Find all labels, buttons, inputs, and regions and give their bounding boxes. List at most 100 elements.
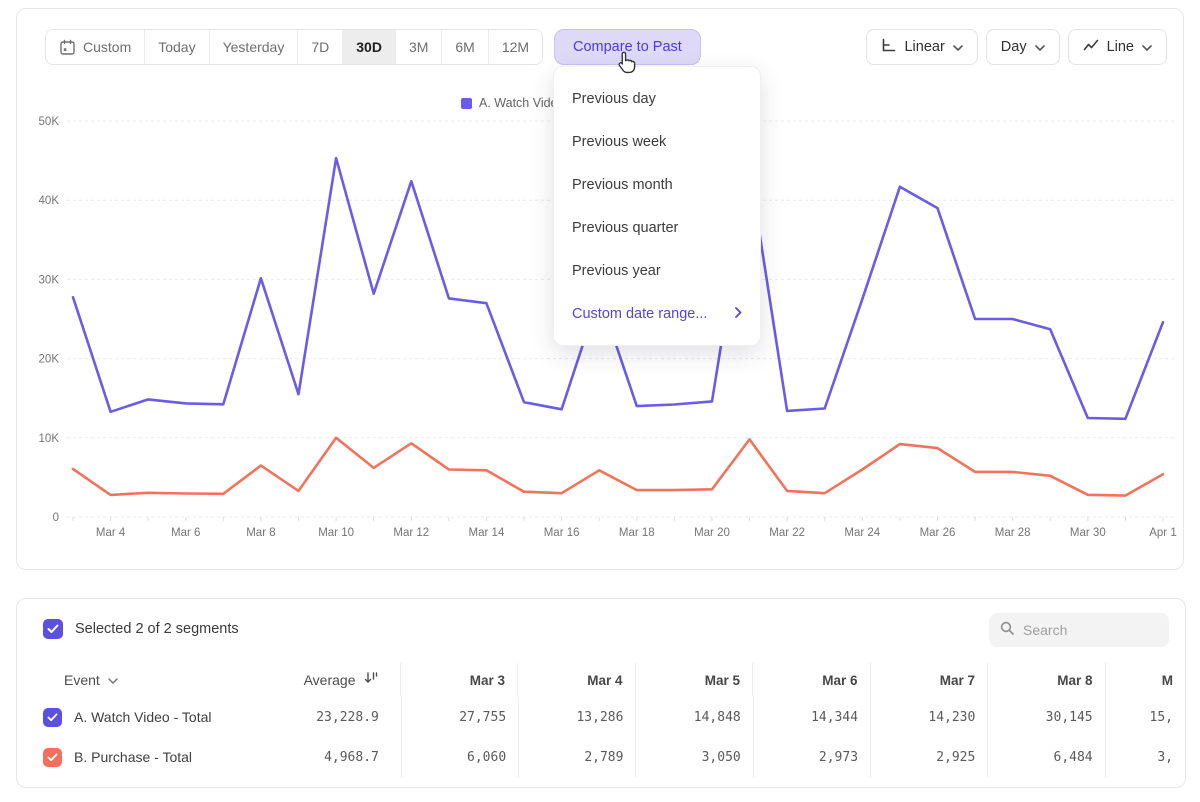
column-header-mar-5[interactable]: Mar 5 [635,663,753,697]
svg-text:Mar 4: Mar 4 [96,527,126,539]
svg-text:Mar 20: Mar 20 [694,527,730,539]
range-12m[interactable]: 12M [489,30,542,64]
segment-label: B. Purchase - Total [74,749,192,765]
svg-text:Mar 8: Mar 8 [246,527,275,539]
chart-type-dropdown-button[interactable]: Line [1068,29,1167,65]
range-label: Yesterday [223,39,285,55]
chevron-down-icon [1035,39,1045,55]
svg-text:Mar 26: Mar 26 [920,527,956,539]
line-chart-icon [1083,38,1099,56]
menu-item-previous-day[interactable]: Previous day [554,77,760,120]
table-row-a-watch-video-total: A. Watch Video - Total 23,228.927,75513,2… [17,697,1185,737]
average-value: 4,968.7 [271,737,401,777]
cell-value: 30,145 [987,697,1104,737]
chevron-down-icon [108,671,118,689]
search-box [989,613,1169,647]
chart-type-label: Line [1107,39,1134,55]
range-today[interactable]: Today [145,30,209,64]
svg-text:Mar 28: Mar 28 [995,527,1031,539]
svg-text:Mar 14: Mar 14 [469,527,505,539]
svg-text:Mar 24: Mar 24 [844,527,880,539]
menu-item-previous-month[interactable]: Previous month [554,163,760,206]
chart-controls: Linear Day Line [866,29,1167,65]
scale-dropdown-button[interactable]: Linear [866,29,977,65]
checkmark-icon [47,713,58,722]
average-value: 23,228.9 [271,697,401,737]
column-header-label: Mar 3 [470,673,505,688]
range-7d[interactable]: 7D [298,30,343,64]
date-range-group: CustomToday Yesterday 7D 30D 3M 6M 12M [45,29,543,65]
toolbar: CustomToday Yesterday 7D 30D 3M 6M 12M Compare… [45,29,1167,65]
range-3m[interactable]: 3M [396,30,442,64]
range-6m[interactable]: 6M [442,30,488,64]
range-label: 30D [356,39,382,55]
cell-value: 6,060 [401,737,518,777]
cell-value: 2,925 [870,737,987,777]
menu-item-previous-week[interactable]: Previous week [554,120,760,163]
segments-card: Selected 2 of 2 segments Event Average [16,598,1186,788]
cell-value: 6,484 [987,737,1104,777]
menu-item-previous-year[interactable]: Previous year [554,249,760,292]
custom-date-range-label: Custom date range... [572,306,707,322]
search-icon [999,620,1015,641]
svg-text:Mar 30: Mar 30 [1070,527,1106,539]
cell-value: 14,344 [753,697,870,737]
cell-value: 2,789 [518,737,635,777]
average-column-header[interactable]: Average [304,672,356,688]
column-header-label: Mar 5 [705,673,740,688]
column-header-mar-4[interactable]: Mar 4 [517,663,635,697]
range-custom[interactable]: Custom [46,30,145,64]
event-column-header[interactable]: Event [64,672,100,688]
svg-text:Apr 1: Apr 1 [1149,527,1177,539]
sort-descending-icon[interactable] [364,671,378,690]
linear-axis-icon [881,38,896,57]
calendar-icon [59,39,76,56]
cell-value: 13,286 [518,697,635,737]
compare-to-past-menu: Previous dayPrevious weekPrevious monthP… [553,66,761,346]
segment-label: A. Watch Video - Total [74,709,211,725]
svg-text:40K: 40K [39,195,60,207]
menu-item-previous-quarter[interactable]: Previous quarter [554,206,760,249]
segment-checkbox[interactable] [43,748,62,767]
range-30d[interactable]: 30D [343,30,396,64]
svg-text:0: 0 [53,512,59,524]
column-header-mar-8[interactable]: Mar 8 [987,663,1105,697]
column-header-mar-3[interactable]: Mar 3 [400,663,518,697]
column-header-label: Mar 4 [587,673,622,688]
cell-value: 3,050 [635,737,752,777]
range-yesterday[interactable]: Yesterday [210,30,299,64]
cell-value: 2,973 [753,737,870,777]
chevron-down-icon [953,39,963,55]
range-label: 12M [502,39,529,55]
svg-text:Mar 16: Mar 16 [544,527,580,539]
cell-value: 15, [1105,697,1185,737]
cell-value: 27,755 [401,697,518,737]
checkmark-icon [47,624,59,634]
menu-item-custom-date-range[interactable]: Custom date range... [554,292,760,335]
column-header-mar-7[interactable]: Mar 7 [870,663,988,697]
svg-text:50K: 50K [39,116,60,128]
svg-text:20K: 20K [39,354,60,366]
selected-segments-text: Selected 2 of 2 segments [75,621,239,637]
svg-text:Mar 12: Mar 12 [393,527,429,539]
select-all-checkbox[interactable] [43,619,63,639]
interval-dropdown-button[interactable]: Day [986,29,1060,65]
svg-text:Mar 10: Mar 10 [318,527,354,539]
column-header-m[interactable]: M [1105,663,1186,697]
interval-label: Day [1001,39,1027,55]
scale-label: Linear [904,39,944,55]
chevron-down-icon [1142,39,1152,55]
chevron-right-icon [735,306,742,322]
range-label: 3M [409,39,428,55]
column-header-mar-6[interactable]: Mar 6 [752,663,870,697]
column-header-label: Mar 6 [822,673,857,688]
table-row-b-purchase-total: B. Purchase - Total 4,968.76,0602,7893,05… [17,737,1185,777]
search-input[interactable] [1023,622,1159,638]
segment-checkbox[interactable] [43,708,62,727]
cell-value: 14,230 [870,697,987,737]
column-header-label: Mar 7 [940,673,975,688]
compare-to-past-button[interactable]: Compare to Past [554,29,701,65]
svg-text:10K: 10K [39,433,60,445]
column-header-label: Mar 8 [1057,673,1092,688]
segments-table: Event Average Mar 3 Mar 4 Mar 5 Mar 6 Mar 7 M… [17,663,1185,777]
